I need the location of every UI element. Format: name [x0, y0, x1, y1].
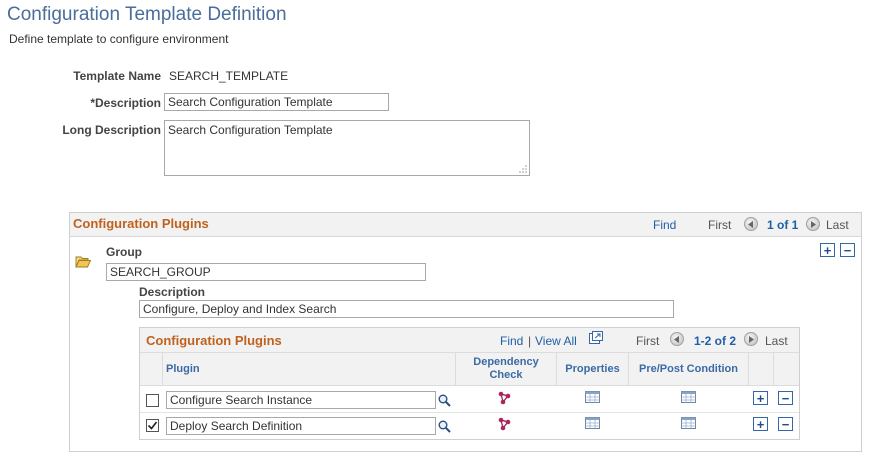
inner-separator: |	[528, 334, 532, 348]
grid-icon[interactable]	[585, 391, 600, 406]
group-label: Group	[106, 245, 142, 259]
magnifier-icon[interactable]	[438, 394, 451, 410]
resize-grip-icon[interactable]	[519, 165, 527, 173]
col-header-dependency-line2: Check	[489, 369, 523, 381]
inner-view-all-link[interactable]: View All	[535, 334, 577, 348]
outer-range-text: 1 of 1	[767, 218, 799, 232]
col-divider	[748, 353, 749, 386]
inner-first-text: First	[636, 334, 660, 348]
description-input[interactable]	[164, 93, 389, 111]
outer-grid-title: Configuration Plugins	[73, 216, 209, 231]
col-header-dependency-line1: Dependency	[473, 356, 539, 368]
page-title: Configuration Template Definition	[7, 4, 287, 25]
row-1-plugin-input[interactable]	[166, 391, 436, 409]
row-1-delete-button[interactable]: −	[778, 391, 793, 405]
row-1-add-button[interactable]: +	[753, 391, 768, 405]
row-2-select-checkbox[interactable]	[146, 419, 159, 432]
col-header-properties[interactable]: Properties	[557, 363, 628, 376]
row-2-add-button[interactable]: +	[753, 417, 768, 431]
inner-next-icon[interactable]	[744, 332, 758, 346]
molecule-icon[interactable]	[497, 390, 513, 409]
outer-delete-button[interactable]: −	[840, 243, 855, 257]
group-description-label: Description	[139, 285, 206, 299]
long-description-wrapper: Search Configuration Template	[164, 120, 530, 176]
checkmark-icon	[147, 421, 158, 430]
group-description-input[interactable]	[139, 300, 674, 318]
col-divider	[773, 353, 774, 386]
outer-find-link[interactable]: Find	[653, 218, 676, 232]
template-name-value: SEARCH_TEMPLATE	[169, 69, 289, 83]
row-2-delete-button[interactable]: −	[778, 417, 793, 431]
page-subtitle: Define template to configure environment	[9, 32, 229, 46]
molecule-icon[interactable]	[497, 416, 513, 435]
outer-next-icon[interactable]	[806, 217, 820, 231]
group-input[interactable]	[106, 263, 426, 281]
folder-open-icon[interactable]	[75, 256, 92, 271]
inner-find-link[interactable]: Find	[500, 334, 523, 348]
long-description-textarea[interactable]: Search Configuration Template	[164, 120, 530, 176]
col-header-prepost[interactable]: Pre/Post Condition	[629, 363, 748, 376]
description-label: *Description	[90, 96, 161, 110]
row-1-select-checkbox[interactable]	[146, 394, 159, 407]
outer-prev-icon[interactable]	[744, 217, 758, 231]
outer-add-button[interactable]: +	[820, 243, 835, 257]
inner-prev-icon[interactable]	[670, 332, 684, 346]
grid-icon[interactable]	[585, 417, 600, 432]
template-name-label: Template Name	[73, 69, 161, 83]
outer-last-text: Last	[826, 218, 849, 232]
grid-icon[interactable]	[681, 391, 696, 406]
grid-icon[interactable]	[681, 417, 696, 432]
inner-last-text: Last	[765, 334, 788, 348]
long-description-label: Long Description	[62, 123, 161, 137]
col-header-dependency-check[interactable]: Dependency Check	[456, 356, 556, 382]
inner-grid-title: Configuration Plugins	[146, 333, 282, 348]
col-divider	[162, 353, 163, 386]
row-2-plugin-input[interactable]	[166, 417, 436, 435]
magnifier-icon[interactable]	[438, 420, 451, 436]
new-window-icon[interactable]	[589, 331, 603, 347]
col-header-plugin[interactable]: Plugin	[166, 363, 200, 376]
outer-first-text: First	[708, 218, 732, 232]
inner-range-text: 1-2 of 2	[694, 334, 737, 348]
